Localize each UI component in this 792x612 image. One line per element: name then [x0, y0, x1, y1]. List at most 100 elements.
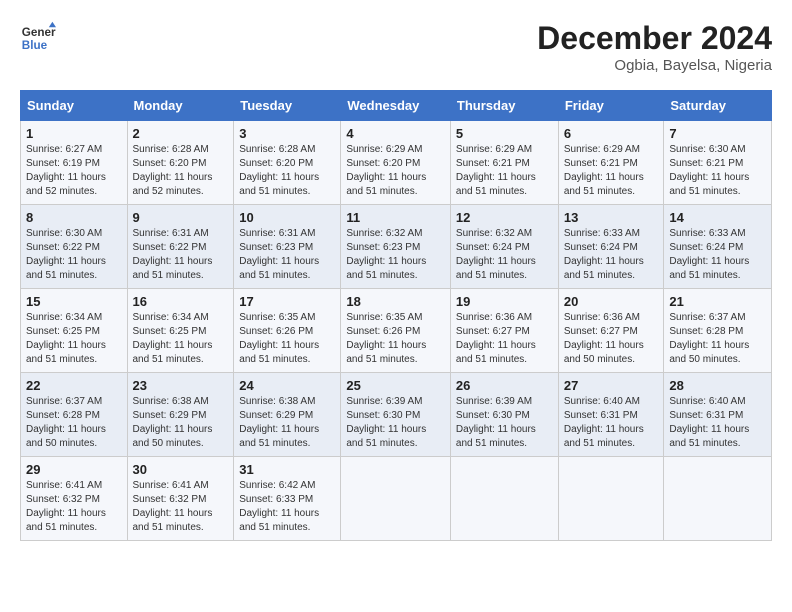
calendar-cell: 31 Sunrise: 6:42 AMSunset: 6:33 PMDaylig…	[234, 457, 341, 541]
calendar-cell: 28 Sunrise: 6:40 AMSunset: 6:31 PMDaylig…	[664, 373, 772, 457]
day-number: 7	[669, 126, 766, 141]
calendar-cell: 1 Sunrise: 6:27 AMSunset: 6:19 PMDayligh…	[21, 121, 128, 205]
day-number: 25	[346, 378, 445, 393]
column-header-tuesday: Tuesday	[234, 91, 341, 121]
column-header-friday: Friday	[558, 91, 664, 121]
day-number: 31	[239, 462, 335, 477]
day-number: 24	[239, 378, 335, 393]
day-number: 10	[239, 210, 335, 225]
column-header-monday: Monday	[127, 91, 234, 121]
calendar-cell: 16 Sunrise: 6:34 AMSunset: 6:25 PMDaylig…	[127, 289, 234, 373]
calendar-cell	[558, 457, 664, 541]
day-number: 22	[26, 378, 122, 393]
calendar-cell: 25 Sunrise: 6:39 AMSunset: 6:30 PMDaylig…	[341, 373, 451, 457]
day-info: Sunrise: 6:27 AMSunset: 6:19 PMDaylight:…	[26, 143, 122, 199]
calendar-cell	[341, 457, 451, 541]
calendar-cell	[664, 457, 772, 541]
day-info: Sunrise: 6:30 AMSunset: 6:22 PMDaylight:…	[26, 227, 122, 283]
calendar-cell: 21 Sunrise: 6:37 AMSunset: 6:28 PMDaylig…	[664, 289, 772, 373]
calendar-body: 1 Sunrise: 6:27 AMSunset: 6:19 PMDayligh…	[21, 121, 772, 541]
calendar-week-row: 8 Sunrise: 6:30 AMSunset: 6:22 PMDayligh…	[21, 205, 772, 289]
calendar-subtitle: Ogbia, Bayelsa, Nigeria	[537, 57, 772, 74]
calendar-cell: 2 Sunrise: 6:28 AMSunset: 6:20 PMDayligh…	[127, 121, 234, 205]
day-number: 6	[564, 126, 659, 141]
day-info: Sunrise: 6:30 AMSunset: 6:21 PMDaylight:…	[669, 143, 766, 199]
calendar-cell: 8 Sunrise: 6:30 AMSunset: 6:22 PMDayligh…	[21, 205, 128, 289]
day-info: Sunrise: 6:36 AMSunset: 6:27 PMDaylight:…	[456, 311, 553, 367]
day-info: Sunrise: 6:34 AMSunset: 6:25 PMDaylight:…	[133, 311, 229, 367]
day-info: Sunrise: 6:38 AMSunset: 6:29 PMDaylight:…	[133, 395, 229, 451]
page-header: General Blue December 2024 Ogbia, Bayels…	[20, 20, 772, 74]
day-number: 20	[564, 294, 659, 309]
calendar-week-row: 15 Sunrise: 6:34 AMSunset: 6:25 PMDaylig…	[21, 289, 772, 373]
day-number: 5	[456, 126, 553, 141]
day-info: Sunrise: 6:41 AMSunset: 6:32 PMDaylight:…	[133, 479, 229, 535]
calendar-cell: 27 Sunrise: 6:40 AMSunset: 6:31 PMDaylig…	[558, 373, 664, 457]
svg-text:Blue: Blue	[22, 39, 48, 52]
calendar-week-row: 1 Sunrise: 6:27 AMSunset: 6:19 PMDayligh…	[21, 121, 772, 205]
calendar-cell: 10 Sunrise: 6:31 AMSunset: 6:23 PMDaylig…	[234, 205, 341, 289]
day-number: 19	[456, 294, 553, 309]
calendar-cell: 11 Sunrise: 6:32 AMSunset: 6:23 PMDaylig…	[341, 205, 451, 289]
day-number: 13	[564, 210, 659, 225]
calendar-cell: 30 Sunrise: 6:41 AMSunset: 6:32 PMDaylig…	[127, 457, 234, 541]
calendar-cell: 23 Sunrise: 6:38 AMSunset: 6:29 PMDaylig…	[127, 373, 234, 457]
day-info: Sunrise: 6:39 AMSunset: 6:30 PMDaylight:…	[346, 395, 445, 451]
day-number: 2	[133, 126, 229, 141]
day-number: 9	[133, 210, 229, 225]
calendar-cell: 9 Sunrise: 6:31 AMSunset: 6:22 PMDayligh…	[127, 205, 234, 289]
calendar-cell: 22 Sunrise: 6:37 AMSunset: 6:28 PMDaylig…	[21, 373, 128, 457]
day-info: Sunrise: 6:33 AMSunset: 6:24 PMDaylight:…	[669, 227, 766, 283]
calendar-cell: 18 Sunrise: 6:35 AMSunset: 6:26 PMDaylig…	[341, 289, 451, 373]
calendar-cell: 12 Sunrise: 6:32 AMSunset: 6:24 PMDaylig…	[450, 205, 558, 289]
calendar-header-row: SundayMondayTuesdayWednesdayThursdayFrid…	[21, 91, 772, 121]
day-info: Sunrise: 6:29 AMSunset: 6:20 PMDaylight:…	[346, 143, 445, 199]
day-number: 15	[26, 294, 122, 309]
calendar-cell: 6 Sunrise: 6:29 AMSunset: 6:21 PMDayligh…	[558, 121, 664, 205]
day-info: Sunrise: 6:36 AMSunset: 6:27 PMDaylight:…	[564, 311, 659, 367]
day-number: 4	[346, 126, 445, 141]
calendar-cell: 24 Sunrise: 6:38 AMSunset: 6:29 PMDaylig…	[234, 373, 341, 457]
day-info: Sunrise: 6:35 AMSunset: 6:26 PMDaylight:…	[346, 311, 445, 367]
calendar-cell: 14 Sunrise: 6:33 AMSunset: 6:24 PMDaylig…	[664, 205, 772, 289]
day-info: Sunrise: 6:31 AMSunset: 6:23 PMDaylight:…	[239, 227, 335, 283]
day-number: 16	[133, 294, 229, 309]
day-number: 28	[669, 378, 766, 393]
calendar-cell: 15 Sunrise: 6:34 AMSunset: 6:25 PMDaylig…	[21, 289, 128, 373]
column-header-saturday: Saturday	[664, 91, 772, 121]
calendar-cell: 17 Sunrise: 6:35 AMSunset: 6:26 PMDaylig…	[234, 289, 341, 373]
column-header-wednesday: Wednesday	[341, 91, 451, 121]
logo-icon: General Blue	[20, 20, 56, 56]
calendar-cell: 13 Sunrise: 6:33 AMSunset: 6:24 PMDaylig…	[558, 205, 664, 289]
day-info: Sunrise: 6:42 AMSunset: 6:33 PMDaylight:…	[239, 479, 335, 535]
day-info: Sunrise: 6:32 AMSunset: 6:24 PMDaylight:…	[456, 227, 553, 283]
day-number: 29	[26, 462, 122, 477]
day-info: Sunrise: 6:37 AMSunset: 6:28 PMDaylight:…	[669, 311, 766, 367]
day-info: Sunrise: 6:35 AMSunset: 6:26 PMDaylight:…	[239, 311, 335, 367]
calendar-cell: 7 Sunrise: 6:30 AMSunset: 6:21 PMDayligh…	[664, 121, 772, 205]
day-number: 23	[133, 378, 229, 393]
title-block: December 2024 Ogbia, Bayelsa, Nigeria	[537, 20, 772, 74]
day-number: 1	[26, 126, 122, 141]
day-info: Sunrise: 6:29 AMSunset: 6:21 PMDaylight:…	[564, 143, 659, 199]
day-number: 26	[456, 378, 553, 393]
calendar-cell: 19 Sunrise: 6:36 AMSunset: 6:27 PMDaylig…	[450, 289, 558, 373]
column-header-thursday: Thursday	[450, 91, 558, 121]
day-number: 12	[456, 210, 553, 225]
day-number: 17	[239, 294, 335, 309]
column-header-sunday: Sunday	[21, 91, 128, 121]
day-info: Sunrise: 6:41 AMSunset: 6:32 PMDaylight:…	[26, 479, 122, 535]
day-info: Sunrise: 6:38 AMSunset: 6:29 PMDaylight:…	[239, 395, 335, 451]
calendar-cell	[450, 457, 558, 541]
calendar-cell: 4 Sunrise: 6:29 AMSunset: 6:20 PMDayligh…	[341, 121, 451, 205]
day-number: 3	[239, 126, 335, 141]
day-info: Sunrise: 6:28 AMSunset: 6:20 PMDaylight:…	[133, 143, 229, 199]
calendar-cell: 5 Sunrise: 6:29 AMSunset: 6:21 PMDayligh…	[450, 121, 558, 205]
day-number: 21	[669, 294, 766, 309]
day-info: Sunrise: 6:33 AMSunset: 6:24 PMDaylight:…	[564, 227, 659, 283]
day-info: Sunrise: 6:29 AMSunset: 6:21 PMDaylight:…	[456, 143, 553, 199]
day-info: Sunrise: 6:37 AMSunset: 6:28 PMDaylight:…	[26, 395, 122, 451]
day-number: 14	[669, 210, 766, 225]
calendar-week-row: 22 Sunrise: 6:37 AMSunset: 6:28 PMDaylig…	[21, 373, 772, 457]
calendar-cell: 3 Sunrise: 6:28 AMSunset: 6:20 PMDayligh…	[234, 121, 341, 205]
